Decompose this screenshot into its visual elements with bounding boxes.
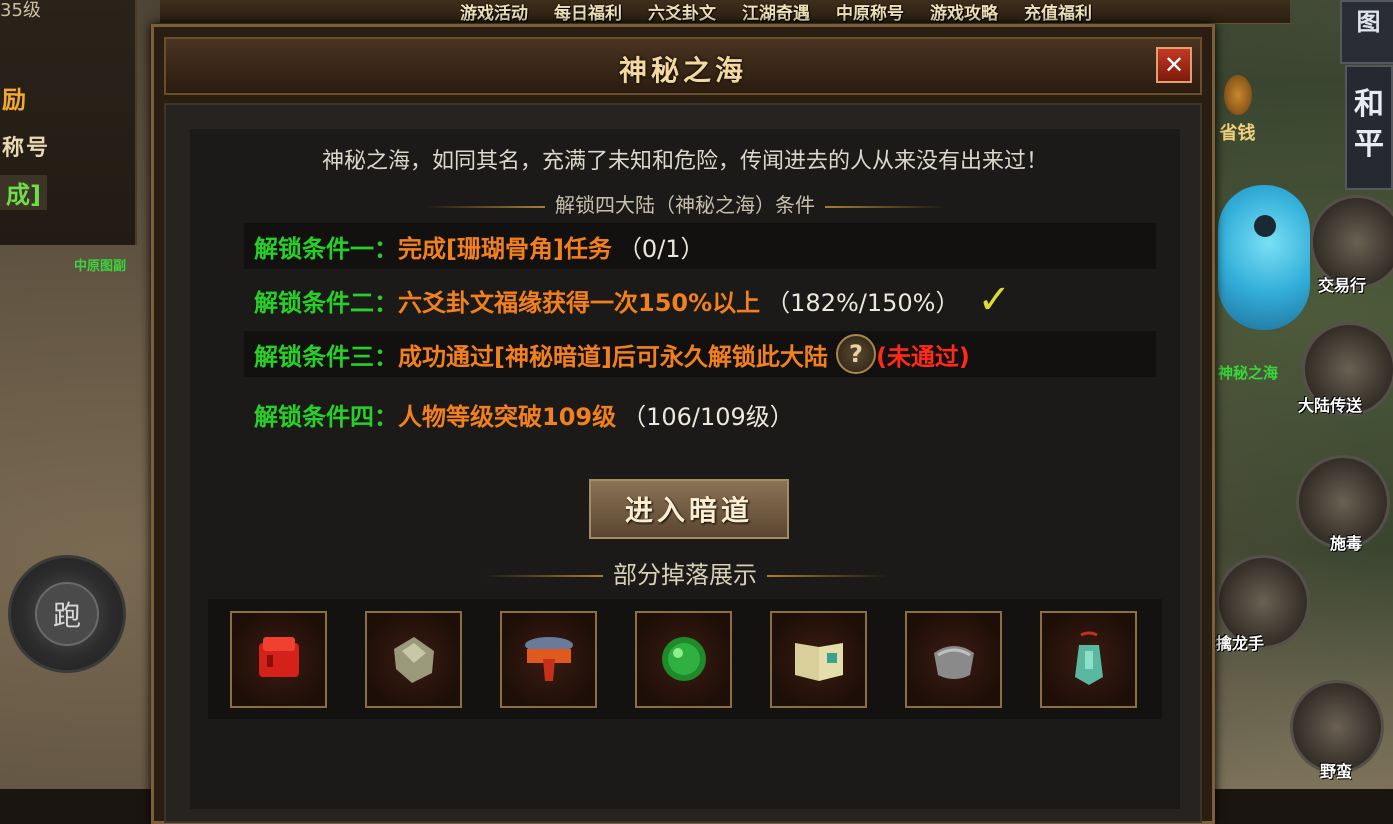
skill-book-icon [794, 643, 843, 681]
money-label: 省钱 [1219, 123, 1256, 144]
condition-row-1: 解锁条件一： 完成[珊瑚骨角]任务 （0/1） [244, 223, 1156, 269]
drop-slot[interactable] [1040, 610, 1137, 708]
drops-heading-row: 部分掉落展示 [190, 555, 1180, 590]
question-mark-icon[interactable]: ? [835, 334, 876, 374]
trade-label: 交易行 [1318, 276, 1367, 295]
save-money-button[interactable]: 省钱 [1215, 60, 1260, 145]
condition-progress: （182%/150%） [766, 288, 960, 317]
condition-text: 成功通过[神秘暗道]后可永久解锁此大陆 [398, 342, 828, 371]
enter-passage-button[interactable]: 进入暗道 [589, 479, 789, 539]
right-ornament-icon [767, 575, 887, 577]
map-label: 中原图副 [74, 259, 127, 274]
peace-mode-button[interactable]: 和平 [1345, 65, 1393, 190]
jade-ring-icon [661, 637, 706, 681]
ore-stone-icon [393, 637, 434, 683]
condition-label: 解锁条件一： [254, 234, 398, 263]
condition-fail-status: (未通过) [875, 342, 970, 371]
drop-items-row [208, 599, 1162, 719]
condition-label: 解锁条件二： [254, 288, 398, 317]
menu-central-titles[interactable]: 中原称号 [836, 0, 904, 24]
conditions-heading: 解锁四大陆（神秘之海）条件 [555, 193, 815, 217]
checkmark-icon: ✓ [977, 277, 1011, 323]
condition-row-3: 解锁条件三： 成功通过[神秘暗道]后可永久解锁此大陆 ? (未通过) [244, 331, 1156, 377]
run-label: 跑 [35, 582, 99, 646]
belt-icon [524, 637, 573, 681]
level-text: 35级 [0, 0, 41, 21]
run-joystick-button[interactable]: 跑 [8, 555, 126, 673]
drop-slot[interactable] [500, 610, 597, 708]
dialog-title: 神秘之海 [618, 54, 747, 87]
menu-game-activities[interactable]: 游戏活动 [460, 0, 528, 24]
drop-slot[interactable] [635, 610, 732, 708]
condition-label: 解锁条件四： [254, 402, 398, 431]
condition-row-2: 解锁条件二： 六爻卦文福缘获得一次150%以上 （182%/150%） ✓ [244, 277, 1156, 323]
drop-slot[interactable] [770, 610, 867, 708]
map-icon-button[interactable]: 图 [1340, 0, 1393, 64]
top-activity-menu: 游戏活动 每日福利 六爻卦文 江湖奇遇 中原称号 游戏攻略 充值福利 [160, 0, 1290, 24]
condition-text: 六爻卦文福缘获得一次150%以上 [398, 288, 761, 317]
dialog-content: 神秘之海，如同其名，充满了未知和危险，传闻进去的人从来没有出来过！ 解锁四大陆（… [190, 129, 1180, 809]
condition-text: 完成[珊瑚骨角]任务 [398, 234, 612, 263]
title-text[interactable]: 称号 [2, 130, 50, 162]
condition-progress: （0/1） [617, 234, 705, 263]
condition-label: 解锁条件三： [254, 342, 398, 371]
dialog-body: 神秘之海，如同其名，充满了未知和危险，传闻进去的人从来没有出来过！ 解锁四大陆（… [164, 103, 1202, 823]
menu-daily-welfare[interactable]: 每日福利 [554, 0, 622, 24]
skill-poison-label: 施毒 [1330, 534, 1363, 553]
left-ornament-icon [483, 575, 603, 577]
red-gem-icon [258, 637, 299, 677]
left-quest-panel: 35级 励 称号 成] [0, 0, 137, 245]
left-ornament-icon [425, 205, 545, 208]
right-ornament-icon [825, 205, 945, 208]
quest-done-text[interactable]: 成] [0, 175, 47, 210]
conditions-heading-row: 解锁四大陆（神秘之海）条件 [190, 189, 1180, 218]
sea-portal-icon[interactable] [1218, 185, 1310, 330]
helmet-icon [933, 646, 974, 679]
drop-slot[interactable] [905, 610, 1002, 708]
condition-progress: （106/109级） [622, 402, 794, 431]
condition-text: 人物等级突破109级 [398, 402, 617, 431]
menu-recharge-welfare[interactable]: 充值福利 [1024, 0, 1092, 24]
mystic-sea-dialog: 神秘之海 ✕ 神秘之海，如同其名，充满了未知和危险，传闻进去的人从来没有出来过！… [151, 24, 1215, 824]
mystic-sea-label: 神秘之海 [1218, 364, 1279, 382]
skill-brute-label: 野蛮 [1320, 762, 1353, 781]
menu-game-guide[interactable]: 游戏攻略 [930, 0, 998, 24]
reward-text[interactable]: 励 [2, 80, 26, 115]
drop-slot[interactable] [365, 610, 462, 708]
menu-adventures[interactable]: 江湖奇遇 [742, 0, 810, 24]
continent-teleport-label: 大陆传送 [1298, 396, 1363, 415]
dialog-description: 神秘之海，如同其名，充满了未知和危险，传闻进去的人从来没有出来过！ [321, 149, 1048, 174]
skill-dragon-grab-label: 擒龙手 [1216, 634, 1265, 653]
condition-row-4: 解锁条件四： 人物等级突破109级 （106/109级） [244, 391, 1156, 437]
money-bag-icon [1223, 75, 1252, 115]
drop-slot[interactable] [230, 610, 327, 708]
close-button[interactable]: ✕ [1156, 47, 1192, 83]
pendant-icon [1074, 631, 1103, 685]
drops-heading: 部分掉落展示 [613, 561, 757, 589]
menu-six-hexagram[interactable]: 六爻卦文 [648, 0, 716, 24]
dialog-titlebar: 神秘之海 [164, 37, 1202, 95]
